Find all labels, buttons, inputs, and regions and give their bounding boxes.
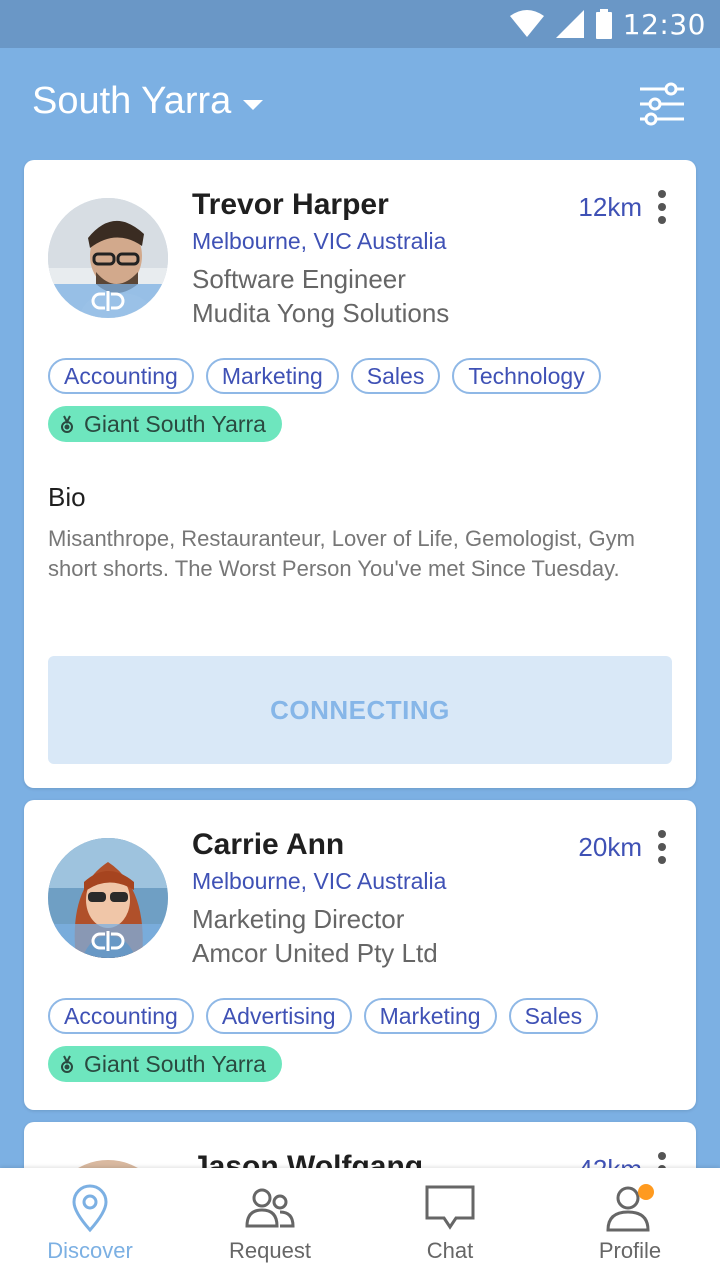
tag[interactable]: Sales xyxy=(350,358,441,394)
more-options-icon[interactable] xyxy=(656,190,668,224)
profile-location: Melbourne, VIC Australia xyxy=(192,868,447,894)
app-bar: South Yarra xyxy=(0,48,720,160)
venue-label: Giant South Yarra xyxy=(84,1050,266,1077)
battery-icon xyxy=(595,9,612,39)
nav-label: Profile xyxy=(598,1238,662,1263)
distance: 42km xyxy=(578,1154,642,1168)
tag[interactable]: Technology xyxy=(452,358,601,394)
notification-badge xyxy=(638,1184,654,1200)
tag[interactable]: Accounting xyxy=(48,998,194,1034)
tag[interactable]: Sales xyxy=(508,998,599,1034)
location-selector[interactable]: South Yarra xyxy=(32,80,264,123)
nav-label: Request xyxy=(229,1238,311,1263)
profile-name: Carrie Ann xyxy=(192,828,345,861)
nav-discover[interactable]: Discover xyxy=(0,1168,180,1280)
location-title: South Yarra xyxy=(32,80,232,122)
chat-bubble-icon xyxy=(424,1182,476,1234)
profile-location: Melbourne, VIC Australia xyxy=(192,228,447,254)
venue-badge[interactable]: Giant South Yarra xyxy=(48,1046,282,1082)
avatar[interactable] xyxy=(48,838,168,958)
tag-list: Accounting Marketing Sales Technology Gi… xyxy=(48,358,678,442)
venue-icon xyxy=(61,1055,73,1073)
venue-badge[interactable]: Giant South Yarra xyxy=(48,406,282,442)
tag-list: Accounting Advertising Marketing Sales G… xyxy=(48,998,678,1082)
status-icons: 12:30 xyxy=(509,6,706,42)
wifi-icon xyxy=(509,10,544,37)
status-bar: 12:30 xyxy=(0,0,720,48)
avatar[interactable] xyxy=(48,1160,168,1168)
avatar[interactable] xyxy=(48,198,168,318)
venue-icon xyxy=(61,415,73,433)
bio-heading: Bio xyxy=(48,482,86,512)
profile-job: Software Engineer Mudita Yong Solutions xyxy=(192,262,449,330)
tag[interactable]: Marketing xyxy=(363,998,497,1034)
distance: 20km xyxy=(578,832,642,862)
profile-card[interactable]: Carrie Ann 20km Melbourne, VIC Australia… xyxy=(24,800,696,1110)
tag[interactable]: Accounting xyxy=(48,358,194,394)
more-options-icon[interactable] xyxy=(656,1152,668,1168)
profile-card[interactable]: Jason Wolfgang 42km xyxy=(24,1122,696,1168)
nav-label: Discover xyxy=(47,1238,133,1263)
nav-profile[interactable]: Profile xyxy=(540,1168,720,1280)
more-options-icon[interactable] xyxy=(656,830,668,864)
tag[interactable]: Marketing xyxy=(205,358,339,394)
link-icon xyxy=(48,924,168,958)
discover-feed[interactable]: Trevor Harper 12km Melbourne, VIC Austra… xyxy=(0,160,720,1168)
profile-icon xyxy=(604,1182,656,1234)
map-pin-icon xyxy=(64,1182,116,1234)
filter-button[interactable] xyxy=(638,80,686,128)
profile-card[interactable]: Trevor Harper 12km Melbourne, VIC Austra… xyxy=(24,160,696,788)
profile-name: Trevor Harper xyxy=(192,188,389,221)
status-time: 12:30 xyxy=(622,7,706,41)
venue-label: Giant South Yarra xyxy=(84,410,266,437)
connecting-button[interactable]: CONNECTING xyxy=(48,656,672,764)
nav-request[interactable]: Request xyxy=(180,1168,360,1280)
profile-job: Marketing Director Amcor United Pty Ltd xyxy=(192,902,438,970)
company-name: Mudita Yong Solutions xyxy=(192,298,450,328)
distance: 12km xyxy=(578,192,642,222)
nav-label: Chat xyxy=(426,1238,474,1263)
link-icon xyxy=(48,284,168,318)
bottom-navigation: Discover Request Chat Profile xyxy=(0,1168,720,1280)
tag[interactable]: Advertising xyxy=(205,998,352,1034)
signal-icon xyxy=(555,10,584,38)
bio-text: Misanthrope, Restauranteur, Lover of Lif… xyxy=(48,526,635,581)
company-name: Amcor United Pty Ltd xyxy=(192,938,438,968)
filter-sliders-icon xyxy=(640,82,684,126)
job-title: Software Engineer xyxy=(192,264,406,294)
profile-name: Jason Wolfgang xyxy=(192,1150,424,1168)
people-icon xyxy=(244,1182,296,1234)
chevron-down-icon xyxy=(243,99,264,110)
job-title: Marketing Director xyxy=(192,904,405,934)
nav-chat[interactable]: Chat xyxy=(360,1168,540,1280)
